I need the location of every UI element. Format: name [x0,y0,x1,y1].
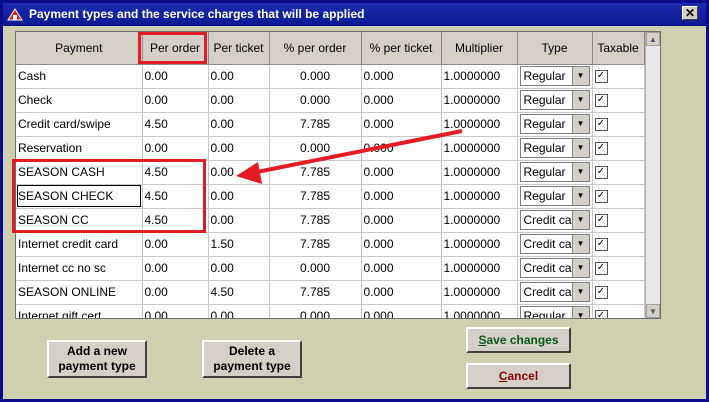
arrow-head [236,162,262,184]
arrow-shaft [251,129,463,175]
dialog-window: Payment types and the service charges th… [0,0,709,402]
annotation-arrow [236,129,463,184]
